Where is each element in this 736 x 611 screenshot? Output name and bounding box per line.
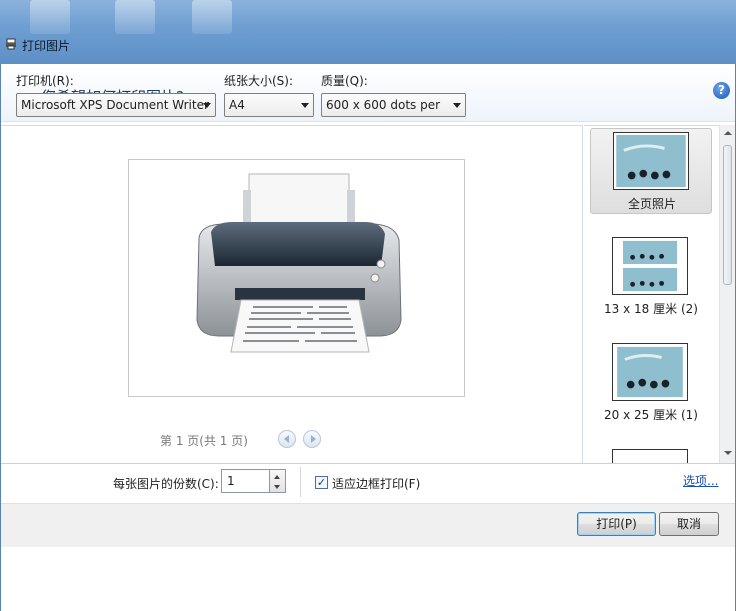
layout-list-scrollbar[interactable]: [719, 125, 735, 463]
quality-label: 质量(Q):: [321, 74, 368, 88]
printer-label: 打印机(R):: [16, 74, 74, 88]
layout-item-full-page[interactable]: 全页照片: [590, 128, 712, 214]
preview-page: [128, 159, 465, 397]
fit-to-frame-checkbox[interactable]: ✓: [315, 476, 328, 489]
desktop-icon: [115, 0, 155, 34]
options-link[interactable]: 选项...: [683, 472, 718, 489]
scroll-down-icon[interactable]: [724, 451, 732, 455]
printer-select[interactable]: Microsoft XPS Document Writer: [16, 93, 216, 117]
window-title: 打印图片: [22, 39, 71, 53]
chevron-down-icon: [453, 103, 461, 108]
desktop-icon: [30, 0, 70, 34]
layout-thumbnail: [613, 132, 689, 190]
cancel-button[interactable]: 取消: [659, 512, 719, 536]
quality-select-value: 600 x 600 dots per inch: [326, 98, 444, 112]
previous-page-button[interactable]: [278, 430, 296, 448]
page-indicator: 第 1 页(共 1 页): [160, 434, 248, 448]
next-page-button[interactable]: [303, 430, 321, 448]
desktop-background: x 打印图片: [0, 0, 736, 64]
chevron-left-icon: [284, 435, 289, 443]
layout-thumbnail: [612, 449, 688, 463]
print-button[interactable]: 打印(P): [577, 512, 656, 536]
stepper-down-icon[interactable]: [274, 485, 280, 489]
title-bar: 打印图片: [0, 30, 736, 64]
printer-icon: [6, 38, 16, 50]
stepper-up-icon[interactable]: [274, 475, 280, 479]
paper-size-label: 纸张大小(S):: [224, 74, 294, 88]
paper-size-select[interactable]: A4: [224, 93, 314, 117]
divider: [300, 467, 301, 497]
layout-label: 20 x 25 厘米 (1): [604, 408, 698, 422]
layout-item-partial[interactable]: [590, 446, 712, 463]
printer-image: [196, 173, 402, 353]
quality-select[interactable]: 600 x 600 dots per inch: [321, 93, 466, 117]
copies-value: 1: [227, 474, 235, 488]
copies-stepper[interactable]: [270, 469, 286, 493]
printer-select-value: Microsoft XPS Document Writer: [21, 98, 209, 112]
chevron-right-icon: [311, 435, 316, 443]
layout-thumbnail: [612, 237, 688, 295]
paper-size-select-value: A4: [229, 98, 245, 112]
layout-item-20x25[interactable]: 20 x 25 厘米 (1): [590, 340, 712, 426]
print-preview-area: [1, 125, 583, 463]
help-icon[interactable]: ?: [713, 82, 730, 99]
fit-to-frame-label: 适应边框打印(F): [332, 477, 421, 491]
copies-input[interactable]: 1: [221, 469, 270, 493]
desktop-icon: [192, 0, 232, 34]
layout-thumbnail: [612, 343, 688, 401]
chevron-down-icon: [203, 103, 211, 108]
layout-label: 13 x 18 厘米 (2): [604, 302, 698, 316]
layout-label: 全页照片: [627, 197, 676, 211]
layout-item-13x18[interactable]: 13 x 18 厘米 (2): [590, 234, 712, 320]
scroll-up-icon[interactable]: [724, 131, 732, 135]
copies-label: 每张图片的份数(C):: [113, 477, 219, 491]
scrollbar-thumb[interactable]: [723, 145, 732, 285]
layout-list: 全页照片 13 x 18 厘米 (2) 20 x 25 厘米 (1): [584, 125, 719, 463]
chevron-down-icon: [301, 103, 309, 108]
